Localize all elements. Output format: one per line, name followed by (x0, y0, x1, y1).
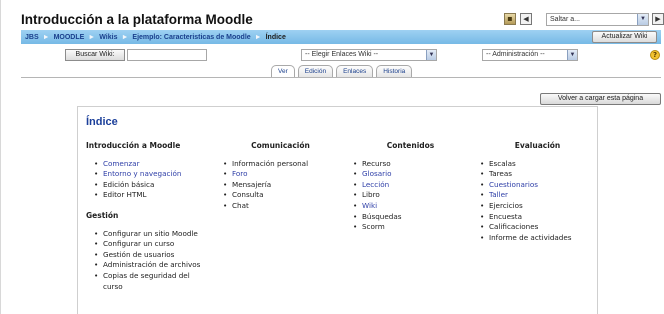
list-item: Gestión de usuarios (94, 250, 216, 261)
column-heading: Contenidos (386, 141, 435, 150)
search-input[interactable] (127, 49, 207, 61)
list-item-continuation: curso (103, 281, 123, 291)
contenidos-list: Recurso Glosario Lección Libro Wiki Búsq… (353, 159, 468, 233)
list-item: Recurso (353, 159, 468, 170)
list-item: Scorm (353, 222, 468, 233)
column-comunicacion: Comunicación Información personal Foro M… (223, 141, 338, 212)
help-icon[interactable]: ? (650, 50, 660, 60)
reload-page-button[interactable]: Volver a cargar esta página (540, 93, 661, 105)
breadcrumb-separator: ► (121, 33, 129, 41)
breadcrumb: JBS ► MOODLE ► Wikis ► Ejemplo: Caracter… (21, 30, 661, 44)
update-wiki-button[interactable]: Actualizar Wiki (592, 31, 657, 43)
column-evaluacion: Evaluación Escalas Tareas Cuestionarios … (480, 141, 595, 243)
list-item[interactable]: Glosario (353, 169, 468, 180)
wiki-links-select[interactable]: -- Elegir Enlaces Wiki -- ▼ (301, 49, 437, 61)
chevron-down-icon: ▼ (567, 50, 577, 60)
list-item: Escalas (480, 159, 595, 170)
list-item: Mensajería (223, 180, 338, 191)
breadcrumb-jbs[interactable]: JBS (25, 34, 39, 41)
jump-to-select[interactable]: Saltar a... ▼ (546, 13, 649, 26)
column-contenidos: Contenidos Recurso Glosario Lección Libr… (353, 141, 468, 233)
list-item: Libro (353, 190, 468, 201)
list-item: Tareas (480, 169, 595, 180)
chevron-down-icon: ▼ (637, 14, 648, 25)
search-wiki-button[interactable]: Buscar Wiki: (65, 49, 125, 61)
evaluacion-list: Escalas Tareas Cuestionarios Taller Ejer… (480, 159, 595, 244)
admin-select[interactable]: -- Administración -- ▼ (482, 49, 578, 61)
list-item: Informe de actividades (480, 233, 595, 244)
site-title: Introducción a la plataforma Moodle (21, 12, 253, 27)
list-item: Configurar un curso (94, 239, 216, 250)
list-item: Administración de archivos (94, 260, 216, 271)
page-frame: Introducción a la plataforma Moodle ▪ ◀ … (0, 0, 664, 314)
breadcrumb-current: Índice (265, 33, 286, 41)
list-item: Ejercicios (480, 201, 595, 212)
tab-ver[interactable]: Ver (271, 65, 295, 77)
preferences-icon[interactable]: ▪ (504, 13, 516, 25)
previous-activity-button[interactable]: ◀ (520, 13, 532, 25)
tab-divider (21, 77, 661, 78)
admin-select-value: -- Administración -- (486, 51, 545, 58)
jump-to-value: Saltar a... (550, 16, 580, 23)
gestion-list: Configurar un sitio Moodle Configurar un… (94, 229, 216, 293)
list-item[interactable]: Lección (353, 180, 468, 191)
list-item: Consulta (223, 190, 338, 201)
breadcrumb-wikis[interactable]: Wikis (99, 34, 117, 41)
column-heading: Introducción a Moodle (86, 141, 181, 150)
comunicacion-list: Información personal Foro Mensajería Con… (223, 159, 338, 212)
list-item[interactable]: Foro (223, 169, 338, 180)
tab-edicion[interactable]: Edición (297, 65, 334, 77)
list-item: Configurar un sitio Moodle (94, 229, 216, 240)
intro-list: Comenzar Entorno y navegación Edición bá… (94, 159, 216, 201)
list-item: Editor HTML (94, 190, 216, 201)
list-item[interactable]: Cuestionarios (480, 180, 595, 191)
wiki-links-value: -- Elegir Enlaces Wiki -- (305, 51, 379, 58)
list-item[interactable]: Comenzar (94, 159, 216, 170)
list-item[interactable]: Wiki (353, 201, 468, 212)
list-item: Chat (223, 201, 338, 212)
list-item: Información personal (223, 159, 338, 170)
breadcrumb-separator: ► (254, 33, 262, 41)
tab-enlaces[interactable]: Enlaces (336, 65, 374, 77)
list-item[interactable]: Taller (480, 190, 595, 201)
column-heading: Evaluación (514, 141, 561, 150)
chevron-down-icon: ▼ (426, 50, 436, 60)
next-activity-button[interactable]: ▶ (652, 13, 664, 25)
jump-controls: ▪ ◀ (504, 13, 532, 25)
list-item: Edición básica (94, 180, 216, 191)
breadcrumb-moodle[interactable]: MOODLE (54, 34, 85, 41)
list-item: Copias de seguridad del (94, 271, 216, 282)
breadcrumb-wiki-example[interactable]: Ejemplo: Caracteristicas de Moodle (132, 34, 250, 41)
wiki-content: Índice Introducción a Moodle Comenzar En… (77, 106, 598, 314)
tab-historia[interactable]: Historia (376, 65, 413, 77)
list-item: Calificaciones (480, 222, 595, 233)
list-item[interactable]: Entorno y navegación (94, 169, 216, 180)
column-subheading: Gestión (86, 210, 119, 220)
breadcrumb-separator: ► (88, 33, 96, 41)
wiki-tabs: Ver Edición Enlaces Historia (271, 65, 413, 77)
page-title: Índice (86, 116, 118, 128)
breadcrumb-separator: ► (42, 33, 50, 41)
list-item: Búsquedas (353, 212, 468, 223)
column-intro: Introducción a Moodle Comenzar Entorno y… (86, 141, 216, 292)
column-heading: Comunicación (251, 141, 310, 150)
list-item: Encuesta (480, 212, 595, 223)
